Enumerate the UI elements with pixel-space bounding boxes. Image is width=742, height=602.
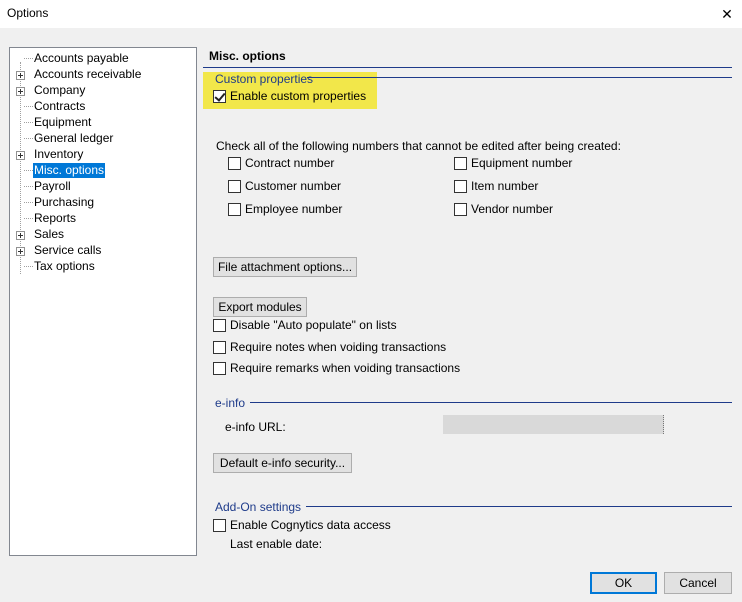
cancel-button[interactable]: Cancel [664, 572, 732, 594]
tree-connector [24, 202, 33, 203]
close-button[interactable]: ✕ [712, 0, 742, 28]
tree-item[interactable]: Misc. options [10, 163, 196, 179]
checkbox[interactable] [454, 179, 467, 193]
tree-item-label: Service calls [34, 243, 102, 257]
tree-connector [24, 218, 33, 219]
tree-item-label: Tax options [34, 259, 95, 273]
require-remarks-label: Require remarks when voiding transaction… [230, 361, 461, 375]
export-modules-button[interactable]: Export modules [213, 297, 307, 317]
checkbox[interactable] [228, 156, 241, 170]
item-number-label: Item number [471, 179, 539, 193]
expand-plus-icon[interactable] [16, 247, 25, 256]
addon-group-label: Add-On settings [215, 500, 302, 514]
einfo-divider [250, 402, 732, 403]
equipment-number-label: Equipment number [471, 156, 573, 170]
expand-plus-icon[interactable] [16, 87, 25, 96]
tree-item[interactable]: Tax options [10, 259, 196, 275]
tree-item-label: Sales [34, 227, 65, 241]
tree-item-label: Reports [34, 211, 77, 225]
tree-item-label: Contracts [34, 99, 86, 113]
employee-number-checkbox[interactable]: Employee number [228, 201, 342, 217]
tree-connector [24, 186, 33, 187]
close-icon: ✕ [721, 5, 733, 22]
numbers-prompt: Check all of the following numbers that … [216, 139, 621, 153]
options-tree[interactable]: Accounts payable Accounts receivable Compa… [9, 47, 197, 556]
checkbox[interactable] [213, 318, 226, 332]
enable-cognytics-label: Enable Cognytics data access [230, 518, 391, 532]
customer-number-checkbox[interactable]: Customer number [228, 178, 341, 194]
enable-custom-properties-label: Enable custom properties [230, 89, 367, 103]
checkbox[interactable] [213, 518, 226, 532]
einfo-group-label: e-info [215, 396, 246, 410]
tree-item-label: Misc. options [33, 163, 106, 178]
enable-custom-properties-checkbox[interactable]: Enable custom properties [213, 88, 366, 104]
checkbox[interactable] [454, 202, 467, 216]
tree-item-label: General ledger [34, 131, 114, 145]
require-notes-label: Require notes when voiding transactions [230, 340, 447, 354]
disable-auto-populate-checkbox[interactable]: Disable "Auto populate" on lists [213, 317, 397, 333]
title-bar: Options ✕ [0, 0, 742, 28]
tree-item[interactable]: Accounts payable [10, 51, 196, 67]
tree-item-label: Equipment [34, 115, 92, 129]
file-attachment-options-button[interactable]: File attachment options... [213, 257, 357, 277]
tree-item[interactable]: General ledger [10, 131, 196, 147]
tree-item-label: Accounts payable [34, 51, 129, 65]
tree-connector [24, 58, 33, 59]
einfo-url-label: e-info URL: [225, 420, 286, 434]
contract-number-checkbox[interactable]: Contract number [228, 155, 334, 171]
vendor-number-checkbox[interactable]: Vendor number [454, 201, 553, 217]
tree-item[interactable]: Inventory [10, 147, 196, 163]
tree-item-label: Company [34, 83, 86, 97]
require-remarks-checkbox[interactable]: Require remarks when voiding transaction… [213, 360, 460, 376]
tree-item[interactable]: Contracts [10, 99, 196, 115]
checkbox[interactable] [228, 202, 241, 216]
tree-item[interactable]: Reports [10, 211, 196, 227]
tree-connector [24, 138, 33, 139]
addon-divider [306, 506, 732, 507]
enable-cognytics-checkbox[interactable]: Enable Cognytics data access [213, 517, 391, 533]
tree-item-label: Accounts receivable [34, 67, 142, 81]
section-divider [203, 67, 732, 68]
expand-plus-icon[interactable] [16, 71, 25, 80]
section-title: Misc. options [209, 49, 286, 63]
tree-connector [24, 170, 33, 171]
tree-item[interactable]: Equipment [10, 115, 196, 131]
tree-item[interactable]: Accounts receivable [10, 67, 196, 83]
vendor-number-label: Vendor number [471, 202, 554, 216]
tree-item-label: Inventory [34, 147, 84, 161]
disable-auto-populate-label: Disable "Auto populate" on lists [230, 318, 397, 332]
last-enable-date-label: Last enable date: [230, 537, 323, 551]
ok-button[interactable]: OK [590, 572, 657, 594]
tree-item-label: Payroll [34, 179, 71, 193]
tree-item[interactable]: Company [10, 83, 196, 99]
checkbox[interactable] [228, 179, 241, 193]
contract-number-label: Contract number [245, 156, 335, 170]
checkbox[interactable] [213, 340, 226, 354]
tree-connector [24, 106, 33, 107]
require-notes-checkbox[interactable]: Require notes when voiding transactions [213, 339, 446, 355]
expand-plus-icon[interactable] [16, 231, 25, 240]
custom-properties-divider [307, 77, 732, 78]
einfo-url-field[interactable] [443, 415, 664, 434]
custom-properties-group-label: Custom properties [215, 72, 314, 86]
tree-item[interactable]: Payroll [10, 179, 196, 195]
item-number-checkbox[interactable]: Item number [454, 178, 538, 194]
default-einfo-security-button[interactable]: Default e-info security... [213, 453, 352, 473]
tree-connector [24, 122, 33, 123]
checkbox-checked[interactable] [213, 89, 226, 103]
tree-connector [24, 266, 33, 267]
expand-plus-icon[interactable] [16, 151, 25, 160]
tree-item[interactable]: Purchasing [10, 195, 196, 211]
tree-item-label: Purchasing [34, 195, 95, 209]
window-title: Options [7, 6, 49, 20]
equipment-number-checkbox[interactable]: Equipment number [454, 155, 572, 171]
checkbox[interactable] [454, 156, 467, 170]
checkbox[interactable] [213, 361, 226, 375]
tree-item[interactable]: Service calls [10, 243, 196, 259]
tree-item[interactable]: Sales [10, 227, 196, 243]
employee-number-label: Employee number [245, 202, 343, 216]
customer-number-label: Customer number [245, 179, 342, 193]
